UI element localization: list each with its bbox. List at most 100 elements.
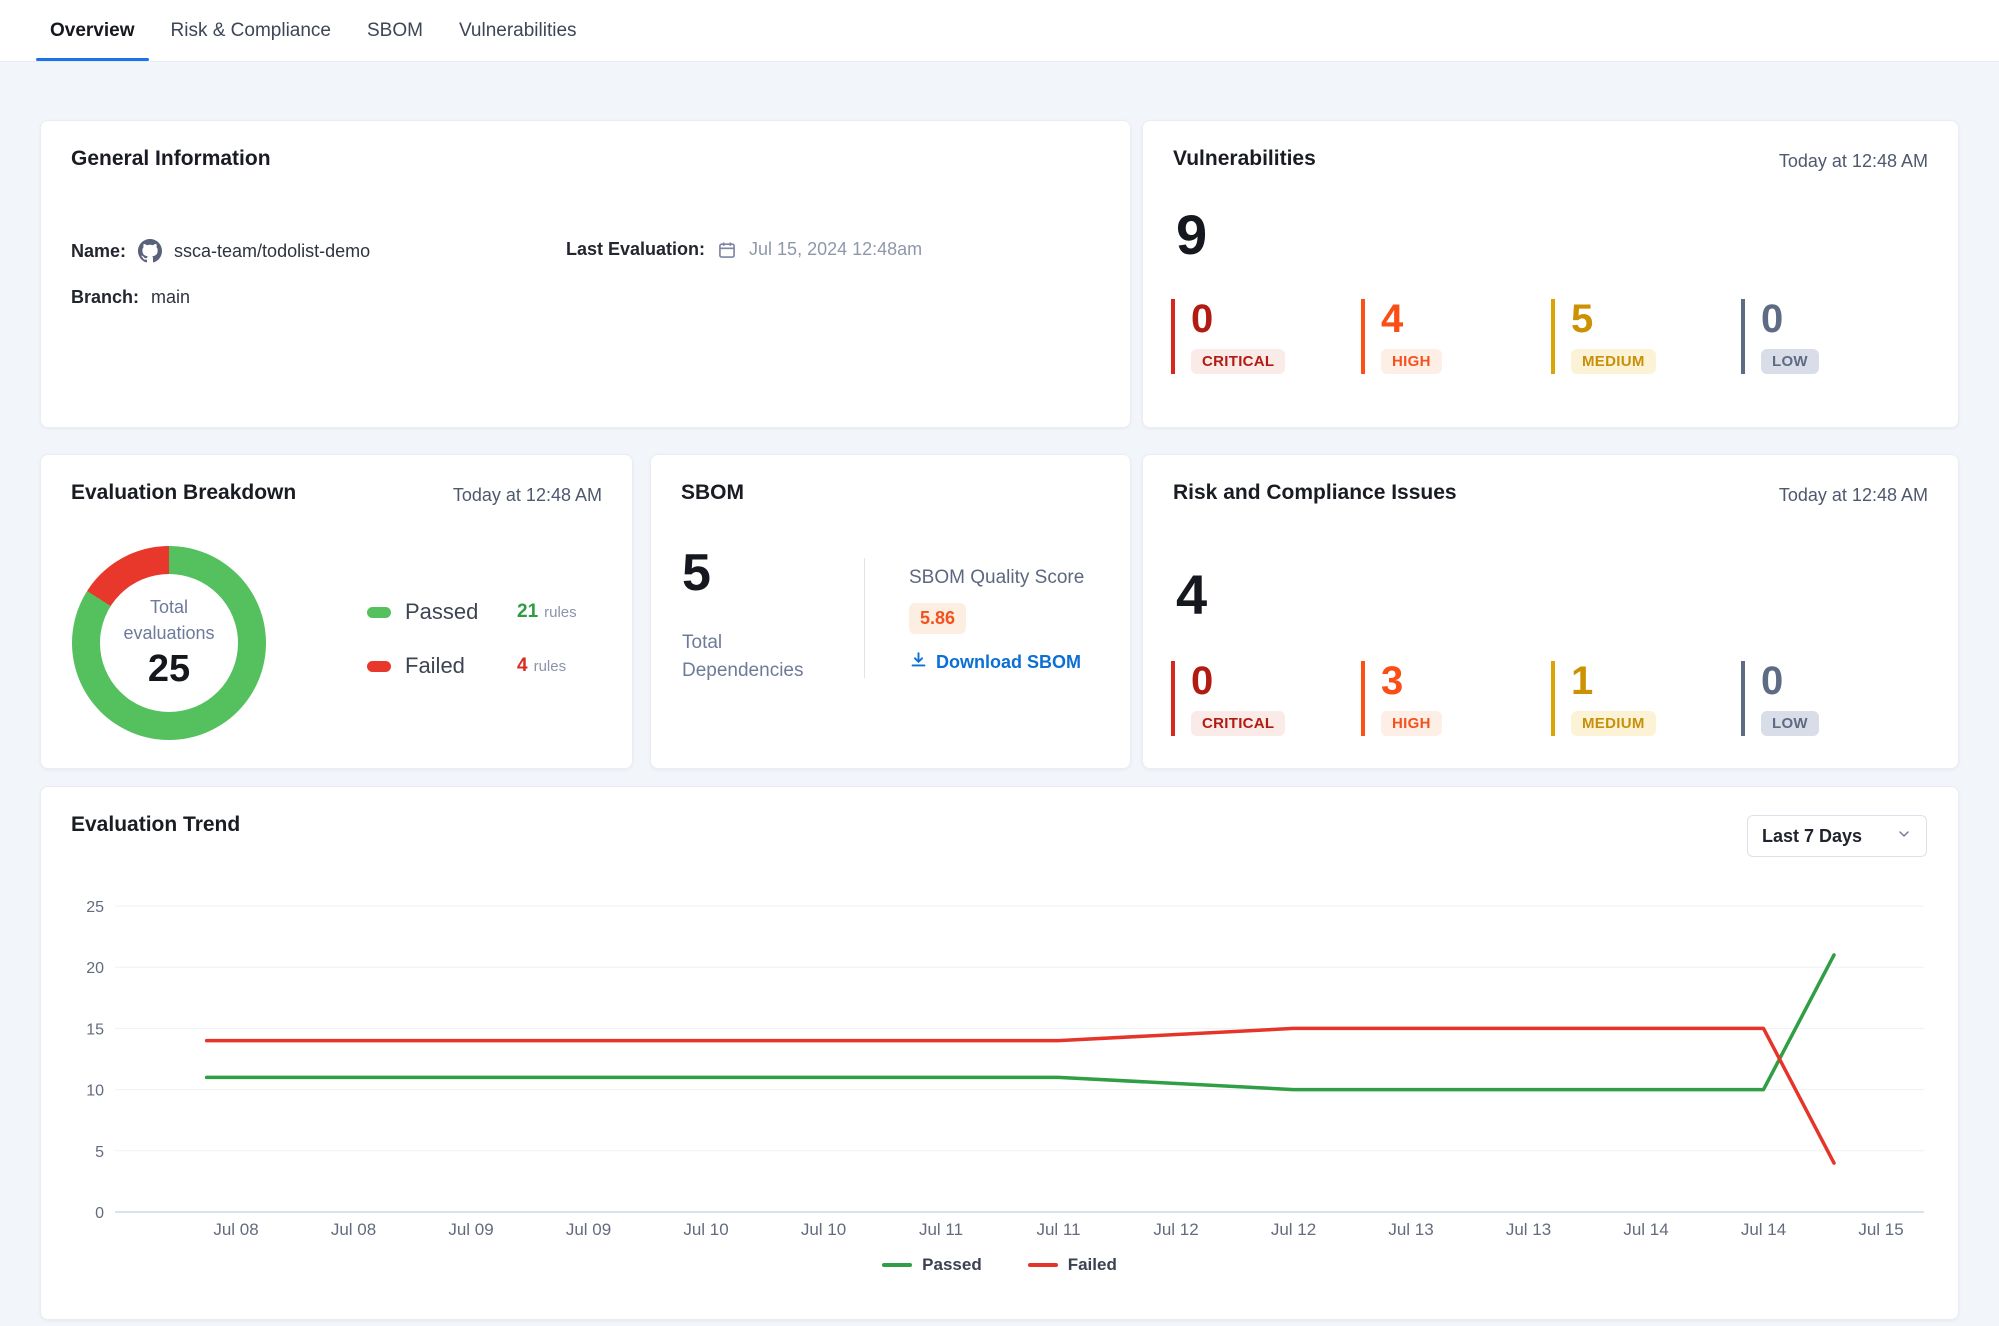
sbom-quality-section: SBOM Quality Score 5.86 Download SBOM [909,567,1084,674]
tab-sbom[interactable]: SBOM [349,0,441,61]
y-tick-label: 25 [86,899,104,916]
branch-label: Branch: [71,287,139,308]
last-evaluation-value: Jul 15, 2024 12:48am [749,239,922,260]
severity-high-count: 3 [1381,661,1551,701]
trend-legend-failed: Failed [1028,1255,1117,1275]
passed-label: Passed [405,599,517,625]
repo-name-value: ssca-team/todolist-demo [174,241,370,262]
severity-critical-count: 0 [1191,661,1361,701]
x-tick-label: Jul 12 [1271,1220,1316,1239]
dashboard-page: Overview Risk & Compliance SBOM Vulnerab… [0,0,1999,1326]
evaluation-trend-card: Evaluation Trend Last 7 Days 0 5 10 15 20 25 J… [40,786,1959,1320]
severity-medium-badge: MEDIUM [1571,711,1656,736]
timestamp: Today at 12:48 AM [1779,151,1928,172]
severity-critical: 0 CRITICAL [1171,299,1361,374]
failed-unit: rules [534,658,567,675]
download-icon [909,650,928,674]
card-title: Risk and Compliance Issues [1173,481,1457,505]
failed-label: Failed [405,653,517,679]
passed-value: 21 [517,601,538,623]
timestamp: Today at 12:48 AM [453,485,602,506]
tab-sbom-label: SBOM [367,20,423,42]
x-tick-label: Jul 09 [448,1220,493,1239]
download-sbom-link[interactable]: Download SBOM [909,650,1084,674]
x-tick-label: Jul 08 [213,1220,258,1239]
card-title: Evaluation Trend [71,813,240,837]
time-range-dropdown[interactable]: Last 7 Days [1747,815,1927,857]
severity-medium-badge: MEDIUM [1571,349,1656,374]
y-tick-label: 20 [86,960,104,977]
donut-center: Total evaluations 25 [100,574,238,712]
time-range-value: Last 7 Days [1762,826,1862,847]
severity-row: 0 CRITICAL 3 HIGH 1 MEDIUM 0 LOW [1171,661,1931,736]
tab-risk-compliance[interactable]: Risk & Compliance [153,0,350,61]
severity-critical-badge: CRITICAL [1191,711,1285,736]
sbom-quality-score-label: SBOM Quality Score [909,567,1084,589]
sbom-quality-score-badge: 5.86 [909,603,966,634]
card-title: SBOM [681,481,744,505]
branch-row: Branch: main [71,287,190,308]
x-tick-label: Jul 08 [331,1220,376,1239]
total-dependencies-label: Total Dependencies [682,629,803,684]
severity-critical-count: 0 [1191,299,1361,339]
sbom-card: SBOM 5 Total Dependencies SBOM Quality S… [650,454,1131,769]
evaluations-donut-chart: Total evaluations 25 [72,546,266,740]
severity-critical: 0 CRITICAL [1171,661,1361,736]
tab-overview-label: Overview [50,20,135,42]
repo-name-row: Name: ssca-team/todolist-demo [71,239,370,263]
severity-low: 0 LOW [1741,661,1931,736]
last-evaluation-label: Last Evaluation: [566,239,705,260]
y-tick-label: 5 [95,1144,104,1161]
trend-line-failed [207,1028,1834,1163]
tab-risk-compliance-label: Risk & Compliance [171,20,332,42]
passed-line-swatch-icon [882,1263,912,1267]
x-tick-label: Jul 13 [1388,1220,1433,1239]
severity-medium-count: 5 [1571,299,1741,339]
general-information-card: General Information Name: ssca-team/todo… [40,120,1131,428]
severity-low-count: 0 [1761,661,1931,701]
x-tick-label: Jul 15 [1858,1220,1903,1239]
severity-high: 4 HIGH [1361,299,1551,374]
severity-row: 0 CRITICAL 4 HIGH 5 MEDIUM 0 LOW [1171,299,1931,374]
y-tick-label: 0 [95,1205,104,1222]
x-tick-label: Jul 11 [1036,1220,1080,1239]
tab-vulnerabilities[interactable]: Vulnerabilities [441,0,595,61]
legend-passed-row: Passed 21 rules [367,597,577,627]
severity-high: 3 HIGH [1361,661,1551,736]
x-tick-label: Jul 12 [1153,1220,1198,1239]
name-label: Name: [71,241,126,262]
x-tick-label: Jul 10 [683,1220,728,1239]
calendar-icon [717,240,737,260]
donut-center-label: Total evaluations [123,595,214,645]
trend-legend-label: Passed [922,1255,982,1275]
divider [864,558,865,678]
tab-vulnerabilities-label: Vulnerabilities [459,20,577,42]
chevron-down-icon [1896,826,1912,847]
card-title: Vulnerabilities [1173,147,1316,171]
legend-failed-row: Failed 4 rules [367,651,577,681]
passed-swatch-icon [367,607,391,618]
github-icon [138,239,162,263]
risk-total: 4 [1176,567,1207,623]
y-tick-label: 15 [86,1021,104,1038]
trend-line-passed [207,955,1834,1090]
failed-swatch-icon [367,661,391,672]
severity-low-badge: LOW [1761,711,1819,736]
y-tick-label: 10 [86,1083,104,1100]
total-dependencies-count: 5 [682,547,711,599]
trend-legend-passed: Passed [882,1255,982,1275]
severity-high-count: 4 [1381,299,1551,339]
x-tick-label: Jul 10 [801,1220,846,1239]
donut-total: 25 [148,648,190,691]
card-title: Evaluation Breakdown [71,481,296,505]
severity-low: 0 LOW [1741,299,1931,374]
severity-low-count: 0 [1761,299,1931,339]
severity-medium: 1 MEDIUM [1551,661,1741,736]
download-sbom-label: Download SBOM [936,652,1081,673]
severity-high-badge: HIGH [1381,711,1442,736]
timestamp: Today at 12:48 AM [1779,485,1928,506]
vulnerabilities-total: 9 [1176,207,1207,263]
severity-low-badge: LOW [1761,349,1819,374]
tab-overview[interactable]: Overview [32,0,153,61]
severity-high-badge: HIGH [1381,349,1442,374]
